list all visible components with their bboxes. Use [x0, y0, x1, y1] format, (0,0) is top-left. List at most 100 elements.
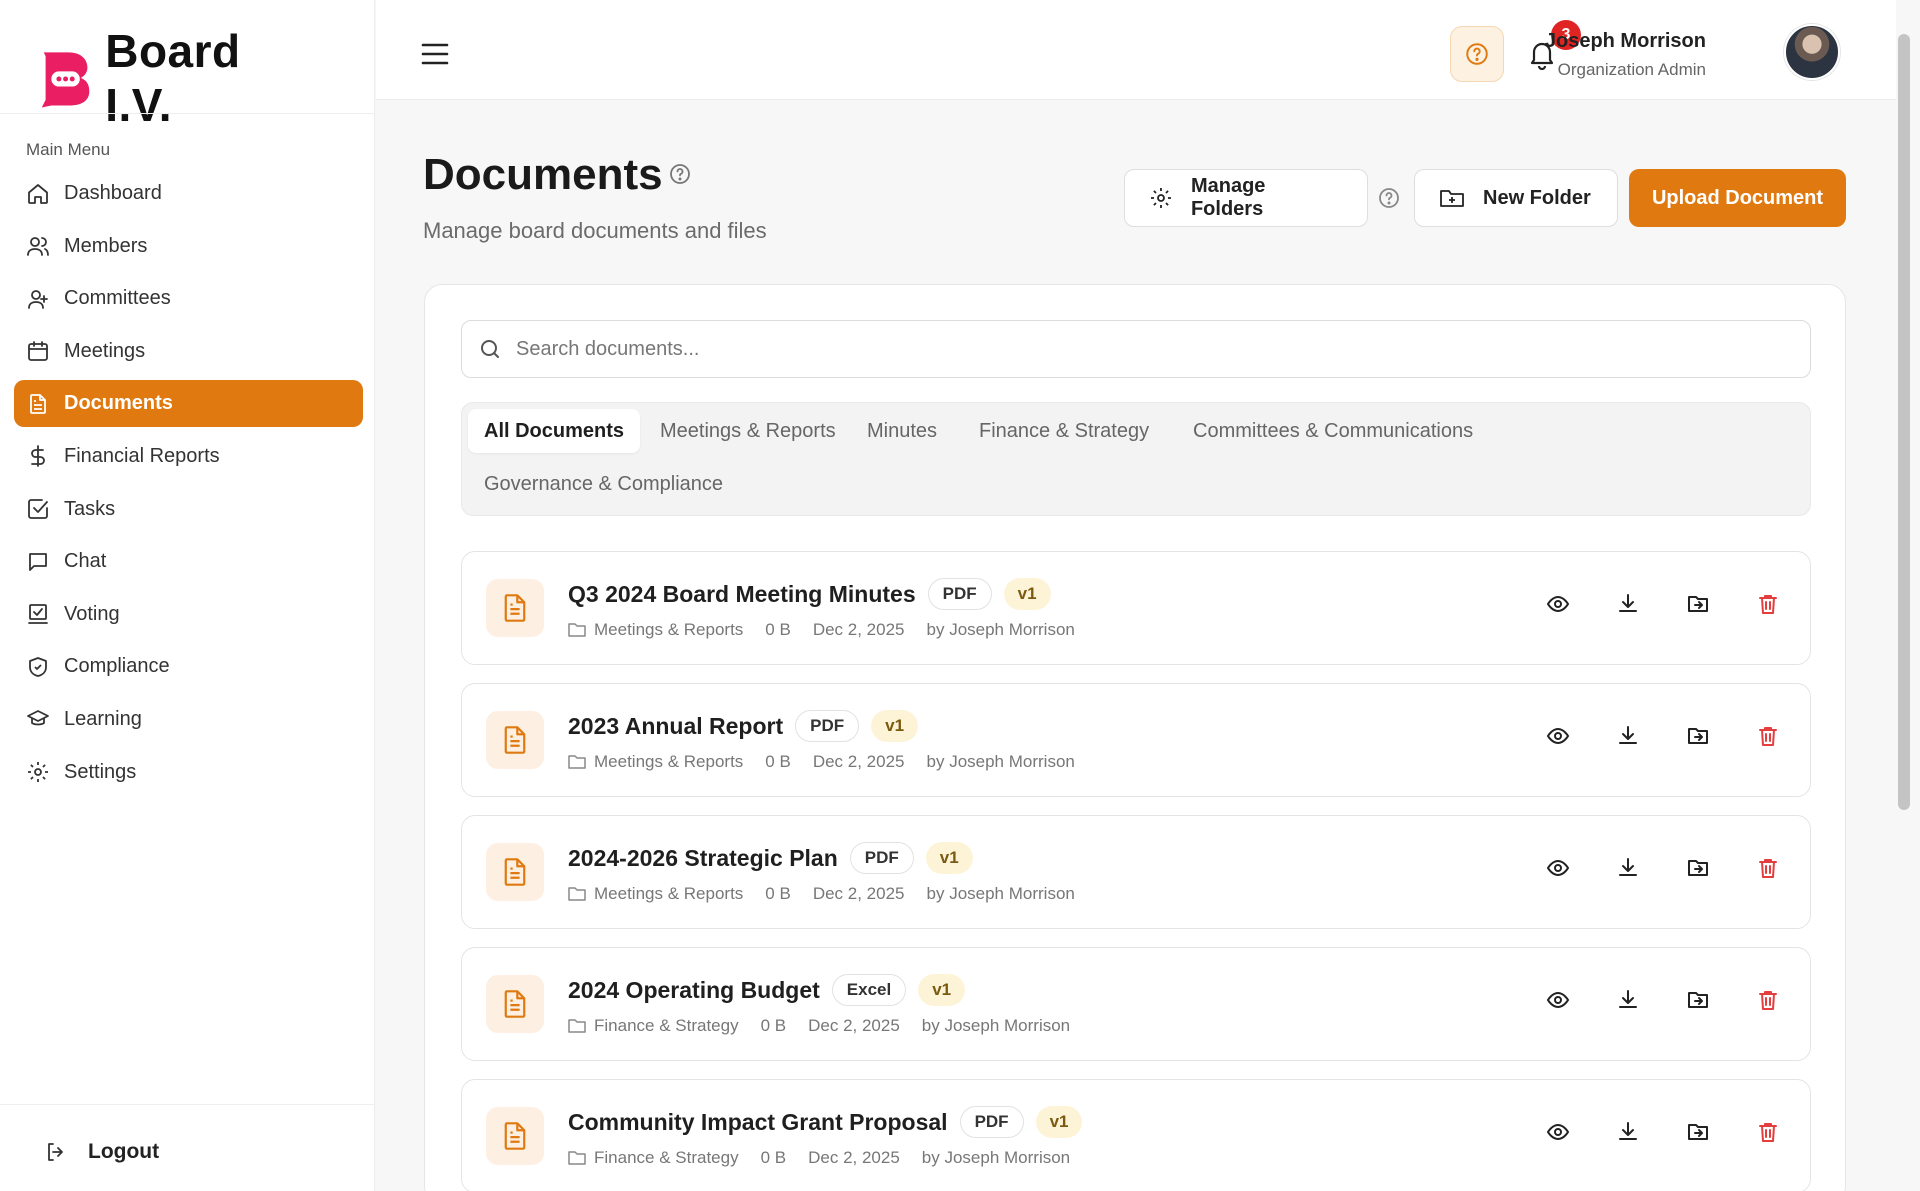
search-input[interactable]: [516, 337, 1796, 361]
eye-icon[interactable]: [1546, 592, 1570, 616]
sidebar-item-committees[interactable]: Committees: [14, 275, 363, 322]
trash-icon[interactable]: [1756, 724, 1780, 748]
document-author: by Joseph Morrison: [921, 1016, 1071, 1035]
file-icon: [486, 579, 544, 637]
eye-icon[interactable]: [1546, 856, 1570, 880]
sidebar-item-label: Tasks: [64, 497, 116, 520]
folder-name: Meetings & Reports: [594, 752, 744, 771]
trash-icon[interactable]: [1756, 988, 1780, 1012]
document-title-line: Community Impact Grant Proposal PDF v1: [568, 1106, 1083, 1138]
brand-logo[interactable]: Board I.V.: [24, 25, 310, 131]
eye-icon[interactable]: [1546, 1120, 1570, 1144]
checkbox-icon: [28, 499, 48, 519]
sidebar-item-members[interactable]: Members: [14, 223, 363, 270]
tab-finance-strategy[interactable]: Finance & Strategy: [963, 409, 1165, 453]
version-badge: v1: [918, 974, 966, 1006]
file-icon: [486, 843, 544, 901]
manage-folders-button[interactable]: Manage Folders: [1124, 169, 1368, 227]
new-folder-label: New Folder: [1483, 186, 1591, 209]
file-icon: [486, 1107, 544, 1165]
sidebar-item-compliance[interactable]: Compliance: [14, 643, 363, 690]
move-to-folder-icon[interactable]: [1686, 856, 1710, 880]
tab-all-documents[interactable]: All Documents: [468, 409, 641, 453]
version-badge: v1: [1035, 1106, 1083, 1138]
file-type-badge: Excel: [831, 974, 907, 1006]
download-icon[interactable]: [1616, 724, 1640, 748]
download-icon[interactable]: [1616, 988, 1640, 1012]
document-title[interactable]: 2024-2026 Strategic Plan: [568, 845, 838, 872]
sidebar-item-documents[interactable]: Documents: [14, 380, 363, 428]
document-meta: Finance & Strategy 0 B Dec 2, 2025 by Jo…: [568, 1148, 1070, 1168]
file-icon: [486, 711, 544, 769]
document-title[interactable]: 2023 Annual Report: [568, 713, 783, 740]
logout-label: Logout: [88, 1140, 160, 1163]
move-to-folder-icon[interactable]: [1686, 988, 1710, 1012]
document-folder: Finance & Strategy: [568, 1016, 739, 1036]
help-button[interactable]: [1450, 26, 1504, 82]
trash-icon[interactable]: [1756, 1120, 1780, 1144]
document-meta: Meetings & Reports 0 B Dec 2, 2025 by Jo…: [568, 884, 1075, 904]
eye-icon[interactable]: [1546, 724, 1570, 748]
download-icon[interactable]: [1616, 592, 1640, 616]
home-icon: [28, 183, 48, 204]
document-actions: [1546, 988, 1780, 1012]
new-folder-button[interactable]: New Folder: [1414, 169, 1618, 227]
document-date: Dec 2, 2025: [812, 620, 905, 639]
eye-icon[interactable]: [1546, 988, 1570, 1012]
sidebar-item-dashboard[interactable]: Dashboard: [14, 170, 363, 217]
document-row[interactable]: Community Impact Grant Proposal PDF v1 F…: [461, 1079, 1811, 1191]
sidebar-item-tasks[interactable]: Tasks: [14, 486, 363, 533]
document-folder: Finance & Strategy: [568, 1148, 739, 1168]
trash-icon[interactable]: [1756, 592, 1780, 616]
move-to-folder-icon[interactable]: [1686, 724, 1710, 748]
gear-icon: [1150, 188, 1171, 208]
folder-plus-icon: [1440, 190, 1464, 207]
document-date: Dec 2, 2025: [808, 1016, 900, 1035]
dollar-icon: [31, 445, 45, 468]
document-title[interactable]: Community Impact Grant Proposal: [568, 1109, 948, 1136]
main-menu: Dashboard Members Committees Meetings Do…: [14, 170, 363, 801]
help-icon[interactable]: [1377, 186, 1401, 210]
menu-toggle-icon[interactable]: [420, 40, 450, 68]
user-name[interactable]: Joseph Morrison: [1545, 30, 1706, 53]
file-type-badge: PDF: [959, 1106, 1024, 1138]
tab-minutes[interactable]: Minutes: [851, 409, 953, 453]
upload-document-button[interactable]: Upload Document: [1629, 169, 1846, 227]
logout-button[interactable]: Logout: [44, 1140, 159, 1164]
scrollbar[interactable]: [1898, 34, 1910, 810]
tab-meetings-reports[interactable]: Meetings & Reports: [644, 409, 852, 453]
document-row[interactable]: 2024 Operating Budget Excel v1 Finance &…: [461, 947, 1811, 1061]
move-to-folder-icon[interactable]: [1686, 592, 1710, 616]
file-icon: [486, 975, 544, 1033]
document-title[interactable]: 2024 Operating Budget: [568, 977, 820, 1004]
sidebar-item-learning[interactable]: Learning: [14, 696, 363, 743]
document-date: Dec 2, 2025: [812, 752, 905, 771]
sidebar-item-label: Financial Reports: [64, 444, 220, 467]
document-author: by Joseph Morrison: [921, 1148, 1071, 1167]
folder-name: Meetings & Reports: [594, 620, 744, 639]
folder-icon: [568, 623, 586, 637]
sidebar-item-settings[interactable]: Settings: [14, 749, 363, 796]
avatar[interactable]: [1784, 24, 1840, 80]
trash-icon[interactable]: [1756, 856, 1780, 880]
sidebar-item-chat[interactable]: Chat: [14, 538, 363, 585]
download-icon[interactable]: [1616, 856, 1640, 880]
document-row[interactable]: 2024-2026 Strategic Plan PDF v1 Meetings…: [461, 815, 1811, 929]
help-icon[interactable]: [668, 162, 692, 186]
sidebar-item-voting[interactable]: Voting: [14, 591, 363, 638]
document-row[interactable]: 2023 Annual Report PDF v1 Meetings & Rep…: [461, 683, 1811, 797]
document-meta: Finance & Strategy 0 B Dec 2, 2025 by Jo…: [568, 1016, 1070, 1036]
download-icon[interactable]: [1616, 1120, 1640, 1144]
sidebar-item-meetings[interactable]: Meetings: [14, 328, 363, 375]
tab-governance-compliance[interactable]: Governance & Compliance: [468, 462, 739, 506]
move-to-folder-icon[interactable]: [1686, 1120, 1710, 1144]
sidebar-item-financial-reports[interactable]: Financial Reports: [14, 433, 363, 480]
document-row[interactable]: Q3 2024 Board Meeting Minutes PDF v1 Mee…: [461, 551, 1811, 665]
folder-name: Finance & Strategy: [594, 1016, 739, 1035]
brand-icon: [41, 52, 90, 108]
tab-committees-communications[interactable]: Committees & Communications: [1177, 409, 1489, 453]
sidebar-item-label: Dashboard: [64, 182, 162, 204]
sidebar-item-label: Documents: [64, 392, 173, 415]
document-title[interactable]: Q3 2024 Board Meeting Minutes: [568, 581, 916, 608]
gear-icon: [28, 762, 48, 783]
